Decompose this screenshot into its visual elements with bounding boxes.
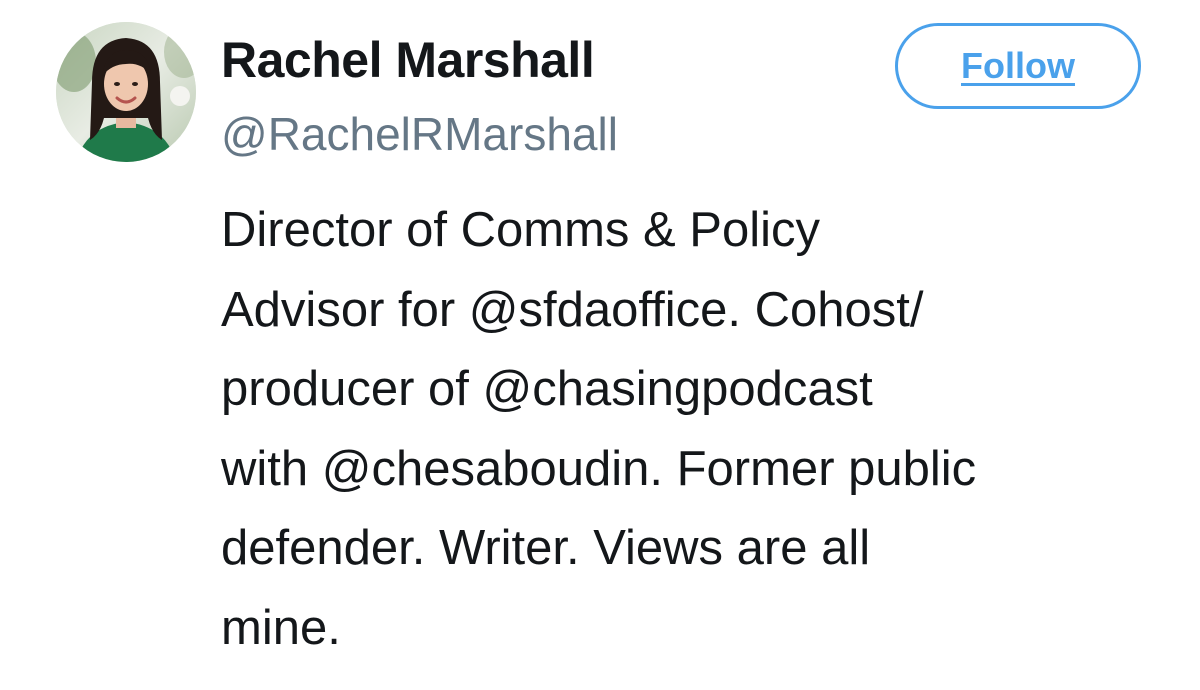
profile-photo-icon bbox=[56, 22, 196, 162]
profile-card: Rachel Marshall @RachelRMarshall Follow … bbox=[0, 0, 1200, 690]
profile-bio: Director of Comms & Policy Advisor for @… bbox=[221, 191, 1181, 668]
profile-name[interactable]: Rachel Marshall bbox=[221, 28, 595, 92]
bio-line: mine. bbox=[221, 600, 341, 655]
follow-button-label: Follow bbox=[961, 45, 1075, 86]
avatar[interactable] bbox=[56, 22, 196, 162]
profile-handle[interactable]: @RachelRMarshall bbox=[221, 104, 618, 164]
bio-line: defender. Writer. Views are all bbox=[221, 521, 871, 575]
bio-line: Director of Comms & Policy bbox=[221, 203, 821, 257]
bio-line: Advisor for @sfdaoffice. Cohost/ bbox=[221, 282, 924, 337]
bio-line: with @chesaboudin. Former public bbox=[221, 441, 977, 496]
follow-button[interactable]: Follow bbox=[895, 23, 1141, 109]
bio-line: producer of @chasingpodcast bbox=[221, 362, 873, 416]
